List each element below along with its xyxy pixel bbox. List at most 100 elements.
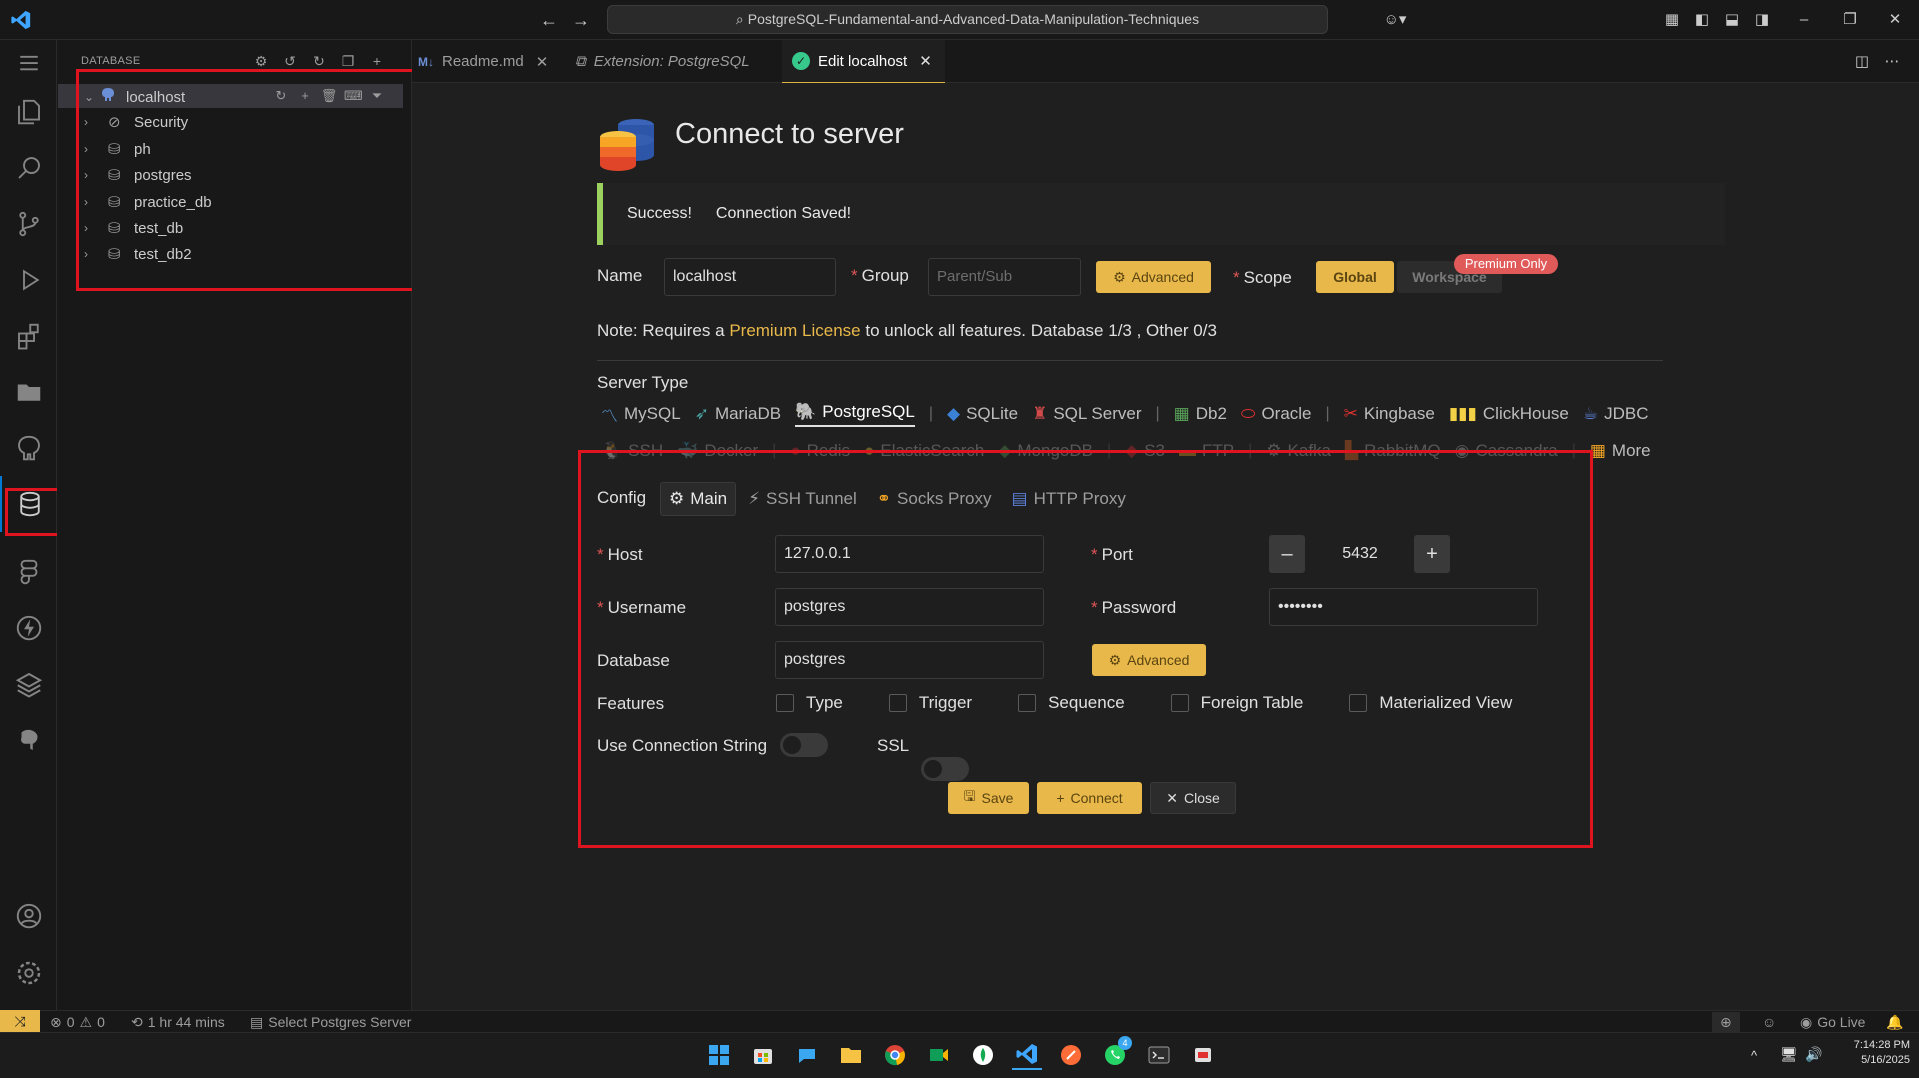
file-explorer-icon[interactable] (836, 1040, 866, 1070)
ssl-toggle[interactable] (921, 757, 969, 781)
back-arrow-icon[interactable]: ← (537, 8, 561, 32)
select-server-status[interactable]: ▤ Select Postgres Server (250, 1012, 411, 1032)
copilot-icon[interactable]: ☺▾ (1378, 10, 1412, 30)
problems-indicator[interactable]: ⊗ 0 ⚠ 0 (50, 1012, 105, 1032)
config-tab-main[interactable]: ⚙ Main (660, 482, 737, 516)
explorer-icon[interactable] (0, 84, 57, 140)
volume-icon[interactable]: 🔊 (1805, 1046, 1822, 1063)
feature-foreign-table-checkbox[interactable] (1170, 694, 1189, 712)
server-more[interactable]: ▦ More (1590, 438, 1651, 464)
vscode-logo-icon[interactable] (10, 9, 32, 31)
vscode-taskbar-icon[interactable] (1012, 1040, 1042, 1070)
extensions-icon[interactable] (0, 308, 57, 364)
folder-icon[interactable] (0, 364, 57, 420)
toggle-panel-icon[interactable]: ⬓ (1722, 10, 1742, 30)
menu-icon[interactable] (0, 35, 57, 91)
scope-global-button[interactable]: Global (1316, 261, 1394, 293)
premium-license-link[interactable]: Premium License (729, 321, 860, 340)
server-sqlite[interactable]: ◆ SQLite (947, 401, 1018, 427)
system-clock[interactable]: 7:14:28 PM 5/16/2025 (1830, 1038, 1910, 1068)
server-jdbc[interactable]: ☕ JDBC (1583, 401, 1649, 427)
server-kingbase[interactable]: ✂ Kingbase (1344, 401, 1435, 427)
account-icon[interactable] (0, 888, 57, 944)
feature-sequence-checkbox[interactable] (1018, 694, 1037, 712)
sidebar-settings-icon[interactable]: ⚙ (252, 52, 270, 70)
feature-trigger-checkbox[interactable] (888, 694, 907, 712)
settings-gear-icon[interactable] (0, 945, 57, 1001)
feature-type-checkbox[interactable] (776, 694, 794, 712)
thunder-client-icon[interactable] (0, 600, 57, 656)
tab-extension-postgresql[interactable]: ⧉ Extension: PostgreSQL (565, 40, 760, 83)
split-editor-icon[interactable]: ◫ (1852, 52, 1872, 72)
run-debug-icon[interactable] (0, 252, 57, 308)
go-live-button[interactable]: ◉ Go Live (1800, 1012, 1865, 1032)
server-sqlserver[interactable]: ♜ SQL Server (1032, 401, 1141, 427)
microsoft-store-icon[interactable] (748, 1040, 778, 1070)
sidebar-add-icon[interactable]: + (368, 52, 386, 70)
toggle-primary-sidebar-icon[interactable]: ◧ (1692, 10, 1712, 30)
group-input[interactable]: Parent/Sub (928, 258, 1081, 296)
name-input[interactable]: localhost (664, 258, 836, 296)
config-tab-ssh-tunnel[interactable]: ⚡ SSH Tunnel (740, 482, 865, 516)
zoom-icon[interactable]: ⊕ (1712, 1012, 1740, 1032)
meet-icon[interactable] (924, 1040, 954, 1070)
layers-icon[interactable] (0, 656, 57, 712)
network-icon[interactable]: 🖥 (1780, 1046, 1798, 1063)
close-button[interactable]: ✕ Close (1150, 782, 1236, 814)
postgresql-elephant-icon[interactable] (0, 420, 57, 476)
elephant-extension-icon[interactable] (0, 712, 57, 768)
close-window-icon[interactable]: ✕ (1885, 10, 1905, 30)
teams-chat-icon[interactable] (792, 1040, 822, 1070)
command-center-search[interactable]: ⌕ PostgreSQL-Fundamental-and-Advanced-Dat… (607, 5, 1328, 34)
save-button[interactable]: 🖫 Save (948, 782, 1029, 814)
port-increment-button[interactable]: + (1414, 535, 1450, 573)
more-actions-icon[interactable]: ⋯ (1882, 52, 1902, 72)
sidebar-collapse-icon[interactable]: ❐ (339, 52, 357, 70)
whatsapp-icon[interactable]: 4 (1100, 1036, 1132, 1070)
time-tracker[interactable]: ⟲ 1 hr 44 mins (131, 1012, 225, 1032)
config-tab-http-proxy[interactable]: ▤ HTTP Proxy (1004, 482, 1134, 516)
copilot-status-icon[interactable]: ☺ (1762, 1012, 1776, 1032)
postman-icon[interactable] (1056, 1040, 1086, 1070)
advanced-settings-button[interactable]: ⚙ Advanced (1092, 644, 1206, 676)
windows-start-icon[interactable] (704, 1040, 734, 1070)
notifications-bell-icon[interactable]: 🔔 (1886, 1012, 1903, 1032)
database-input[interactable]: postgres (775, 641, 1044, 679)
password-input[interactable]: •••••••• (1269, 588, 1538, 626)
snipping-tool-icon[interactable] (1188, 1040, 1218, 1070)
port-input[interactable]: 5432 (1308, 535, 1412, 573)
port-decrement-button[interactable]: – (1269, 535, 1305, 573)
server-mysql[interactable]: 〽 MySQL (601, 401, 681, 427)
connect-button[interactable]: + Connect (1037, 782, 1142, 814)
server-mariadb[interactable]: ➶ MariaDB (695, 401, 781, 427)
minimize-icon[interactable]: – (1794, 10, 1814, 30)
server-oracle[interactable]: ⬭ Oracle (1241, 401, 1312, 427)
server-db2[interactable]: ▦ Db2 (1174, 401, 1227, 427)
username-input[interactable]: postgres (775, 588, 1044, 626)
advanced-button[interactable]: ⚙ Advanced (1096, 261, 1211, 293)
server-postgresql[interactable]: 🐘 PostgreSQL (795, 401, 915, 427)
server-clickhouse[interactable]: ▮▮▮ ClickHouse (1449, 401, 1569, 427)
search-activity-icon[interactable] (0, 140, 57, 196)
close-tab-icon[interactable]: ✕ (919, 52, 932, 70)
mongodb-compass-icon[interactable] (968, 1040, 998, 1070)
remote-indicator-icon[interactable]: ⤨ (0, 1010, 40, 1032)
feature-materialized-view-checkbox[interactable] (1349, 694, 1368, 712)
sidebar-refresh-icon[interactable]: ↻ (310, 52, 328, 70)
tab-edit-localhost[interactable]: ✓ Edit localhost ✕ (782, 40, 945, 83)
config-tab-socks-proxy[interactable]: ⚭ Socks Proxy (869, 482, 1000, 516)
restore-icon[interactable]: ❐ (1840, 10, 1860, 30)
forward-arrow-icon[interactable]: → (569, 8, 593, 32)
sidebar-history-icon[interactable]: ↺ (281, 52, 299, 70)
chrome-icon[interactable] (880, 1040, 910, 1070)
toggle-secondary-sidebar-icon[interactable]: ◨ (1752, 10, 1772, 30)
close-tab-icon[interactable]: ✕ (536, 53, 549, 71)
customize-layout-icon[interactable]: ▦ (1662, 10, 1682, 30)
tab-readme[interactable]: M↓ Readme.md ✕ (408, 40, 558, 83)
show-hidden-icons-icon[interactable]: ^ (1751, 1048, 1757, 1063)
host-input[interactable]: 127.0.0.1 (775, 535, 1044, 573)
source-control-icon[interactable] (0, 196, 57, 252)
terminal-taskbar-icon[interactable] (1144, 1040, 1174, 1070)
use-connection-string-toggle[interactable] (780, 733, 828, 757)
figma-icon[interactable] (0, 544, 57, 600)
